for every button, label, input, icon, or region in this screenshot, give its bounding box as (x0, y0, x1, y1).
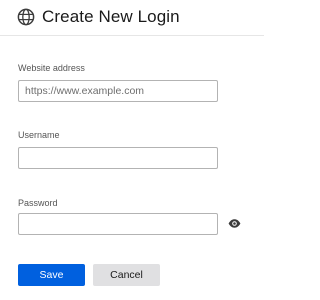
password-label: Password (18, 198, 58, 208)
globe-icon (17, 8, 35, 26)
website-address-label: Website address (18, 63, 85, 73)
eye-icon[interactable] (228, 219, 241, 228)
page-title: Create New Login (42, 7, 180, 26)
username-label: Username (18, 130, 60, 140)
header: Create New Login (0, 0, 264, 36)
website-address-input[interactable] (18, 80, 218, 102)
cancel-button[interactable]: Cancel (93, 264, 160, 286)
username-input[interactable] (18, 147, 218, 169)
save-button[interactable]: Save (18, 264, 85, 286)
password-input[interactable] (18, 213, 218, 235)
